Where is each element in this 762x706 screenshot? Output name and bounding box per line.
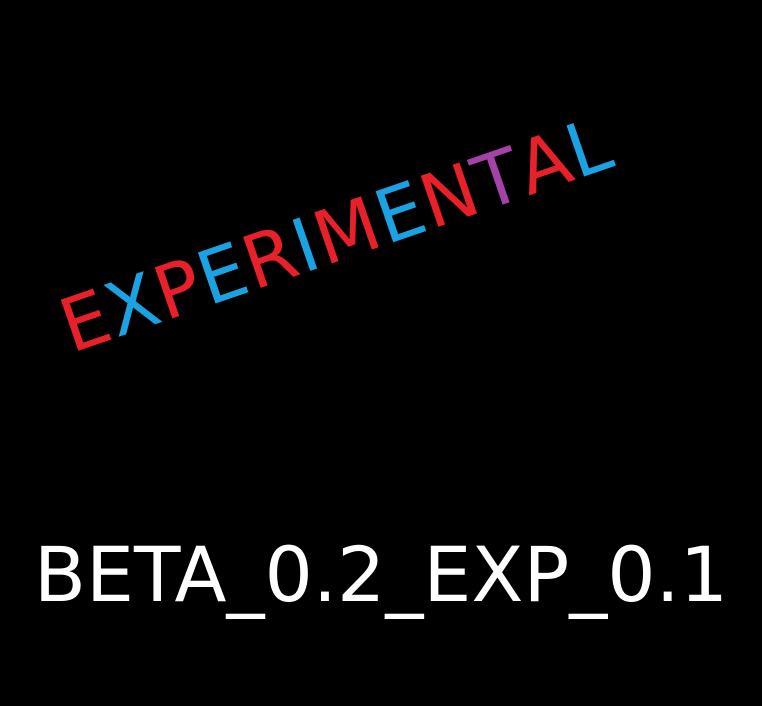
version-label: BETA_0.2_EXP_0.1 (33, 530, 729, 619)
splash-screen: EXPERIMENTAL BETA_0.2_EXP_0.1 (0, 0, 762, 706)
experimental-label: EXPERIMENTAL (49, 85, 665, 372)
